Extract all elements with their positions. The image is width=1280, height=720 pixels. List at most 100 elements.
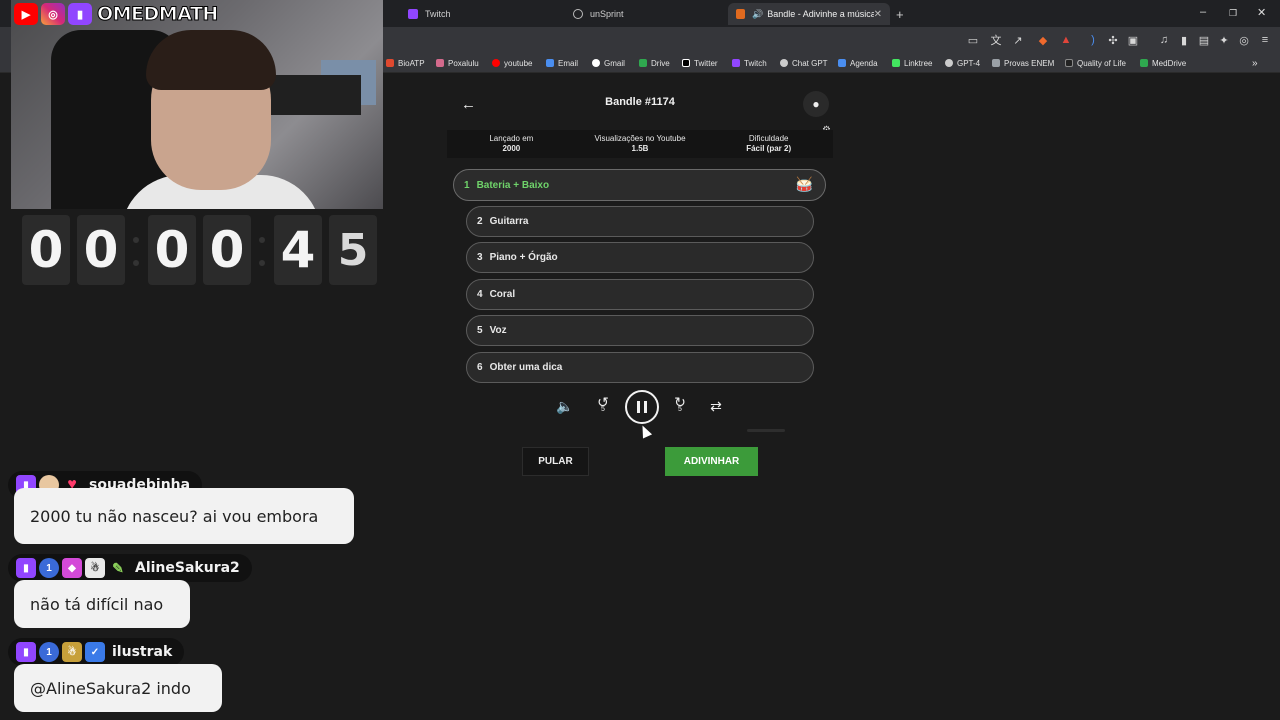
screenshot-icon[interactable]: ▣	[1126, 33, 1140, 47]
track-number: 5	[477, 325, 483, 336]
release-info: Lançado em 2000	[447, 130, 576, 158]
bookmark-label: MedDrive	[1152, 58, 1187, 68]
extensions-icon[interactable]: ✣	[1106, 33, 1120, 47]
user-icon[interactable]: ●	[803, 91, 829, 117]
tab-twitch[interactable]: Twitch	[400, 3, 560, 25]
drums-icon: 🥁	[795, 176, 813, 192]
bookmark-label: Drive	[651, 58, 670, 68]
menu-icon[interactable]: ≡	[1258, 33, 1272, 47]
bookmark-icon	[386, 59, 394, 67]
bookmark-meddrive[interactable]: MedDrive	[1140, 57, 1186, 69]
cast-icon[interactable]: ▭	[966, 33, 980, 47]
share-icon[interactable]: ↗	[1011, 33, 1025, 47]
more-bookmarks-button[interactable]: »	[1252, 57, 1258, 69]
track-4[interactable]: 4 Coral	[466, 279, 814, 310]
bookmark-youtube[interactable]: youtube	[492, 57, 532, 69]
track-1[interactable]: 1 Bateria + Baixo 🥁	[453, 169, 826, 201]
bookmark-label: youtube	[504, 58, 533, 68]
forward-5-button[interactable]: ↻ 5	[670, 395, 690, 416]
timer-colon	[259, 237, 265, 243]
views-info: Visualizações no Youtube 1.5B	[576, 130, 705, 158]
character-badge-icon: ☃	[62, 642, 82, 662]
rewind-5-button[interactable]: ↺ 5	[593, 395, 613, 416]
bookmark-drive[interactable]: Drive	[639, 57, 670, 69]
globe-icon	[573, 9, 583, 19]
bookmark-twitch[interactable]: Twitch	[732, 57, 767, 69]
leo-ai-icon[interactable]: ✦	[1217, 33, 1231, 47]
verified-badge-icon: ✓	[85, 642, 105, 662]
bookmark-label: GPT-4	[957, 58, 981, 68]
calendar-icon	[838, 59, 846, 67]
skip-button[interactable]: PULAR	[522, 447, 589, 476]
vpn-icon[interactable]: ◎	[1237, 33, 1251, 47]
bookmark-label: Twitter	[694, 58, 718, 68]
timer-digit: 0	[148, 215, 196, 285]
game-title: Bandle #1174	[605, 96, 675, 108]
tab-label: unSprint	[590, 9, 624, 19]
bookmark-label: Poxalulu	[448, 58, 479, 68]
bookmark-icon	[1065, 59, 1073, 67]
track-number: 3	[477, 252, 483, 263]
music-icon[interactable]: ♫	[1157, 33, 1171, 47]
track-label: Piano + Órgão	[489, 252, 558, 263]
wifi-icon[interactable]: )	[1086, 33, 1100, 47]
playback-controls: 🔈 ↺ 5 ↻ 5 ⇄	[447, 390, 833, 424]
bookmark-chatgpt[interactable]: Chat GPT	[780, 57, 828, 69]
minimize-icon[interactable]: –	[1200, 6, 1206, 18]
youtube-icon	[492, 59, 500, 67]
playback-progress-bar[interactable]	[747, 429, 785, 432]
tab-unsprint[interactable]: unSprint	[565, 3, 725, 25]
chat-message: não tá difícil nao	[14, 580, 190, 628]
track-5[interactable]: 5 Voz	[466, 315, 814, 346]
webcam-feed	[11, 0, 383, 209]
info-label: Dificuldade	[748, 134, 789, 143]
restore-icon[interactable]: ❐	[1229, 8, 1237, 19]
bookmark-twitter[interactable]: Twitter	[682, 57, 718, 69]
track-2[interactable]: 2 Guitarra	[466, 206, 814, 237]
stream-timer: 0 0 0 0 4 5	[22, 215, 382, 287]
bookmark-gpt4[interactable]: GPT-4	[945, 57, 980, 69]
brave-shield-icon[interactable]: ◆	[1036, 33, 1050, 47]
bookmark-quality-of-life[interactable]: Quality of Life	[1065, 57, 1126, 69]
bookmark-linktree[interactable]: Linktree	[892, 57, 932, 69]
character-badge-icon: ☃	[85, 558, 105, 578]
gem-badge-icon: ◆	[62, 558, 82, 578]
bookmark-bioatp[interactable]: BioATP	[386, 57, 425, 69]
info-value: 2000	[502, 144, 521, 153]
bookmark-poxalulu[interactable]: Poxalulu	[436, 57, 479, 69]
bookmark-email[interactable]: Email	[546, 57, 578, 69]
wallet-icon[interactable]: ▤	[1197, 33, 1211, 47]
song-info-bar: Lançado em 2000 Visualizações no Youtube…	[447, 130, 833, 158]
twitch-icon: ▮	[68, 3, 92, 25]
bookmark-label: Chat GPT	[792, 58, 828, 68]
bookmark-label: Agenda	[850, 58, 878, 68]
tab-bandle[interactable]: 🔊 Bandle - Adivinhe a música, u ✕	[728, 3, 890, 25]
close-window-icon[interactable]: ✕	[1257, 6, 1266, 19]
openai-icon	[780, 59, 788, 67]
translate-icon[interactable]: 文	[989, 33, 1003, 47]
track-number: 4	[477, 289, 483, 300]
streamer-hair	[146, 30, 276, 90]
timer-colon	[259, 260, 265, 266]
openai-icon	[945, 59, 953, 67]
streamer-handle: OMEDMATH	[97, 3, 219, 26]
chat-user-tag: ▮ 1 ◆ ☃ ✎ AlineSakura2	[8, 554, 252, 582]
email-icon	[546, 59, 554, 67]
volume-icon[interactable]: 🔈	[555, 396, 575, 416]
bookmark-gmail[interactable]: Gmail	[592, 57, 625, 69]
track-3[interactable]: 3 Piano + Órgão	[466, 242, 814, 273]
sidebar-icon[interactable]: ▮	[1177, 33, 1191, 47]
drive-icon	[1140, 59, 1148, 67]
bookmark-agenda[interactable]: Agenda	[838, 57, 878, 69]
repeat-icon[interactable]: ⇄	[706, 396, 726, 416]
bookmark-provas-enem[interactable]: Provas ENEM	[992, 57, 1054, 69]
bookmark-label: BioATP	[398, 58, 425, 68]
pause-button[interactable]	[625, 390, 659, 424]
guess-button[interactable]: ADIVINHAR	[665, 447, 758, 476]
track-label: Obter uma dica	[489, 362, 563, 373]
new-tab-button[interactable]: +	[896, 3, 910, 25]
linktree-icon	[892, 59, 900, 67]
track-6-hint[interactable]: 6 Obter uma dica	[466, 352, 814, 383]
close-tab-icon[interactable]: ✕	[874, 9, 882, 20]
rewards-icon[interactable]: ▲	[1059, 33, 1073, 47]
